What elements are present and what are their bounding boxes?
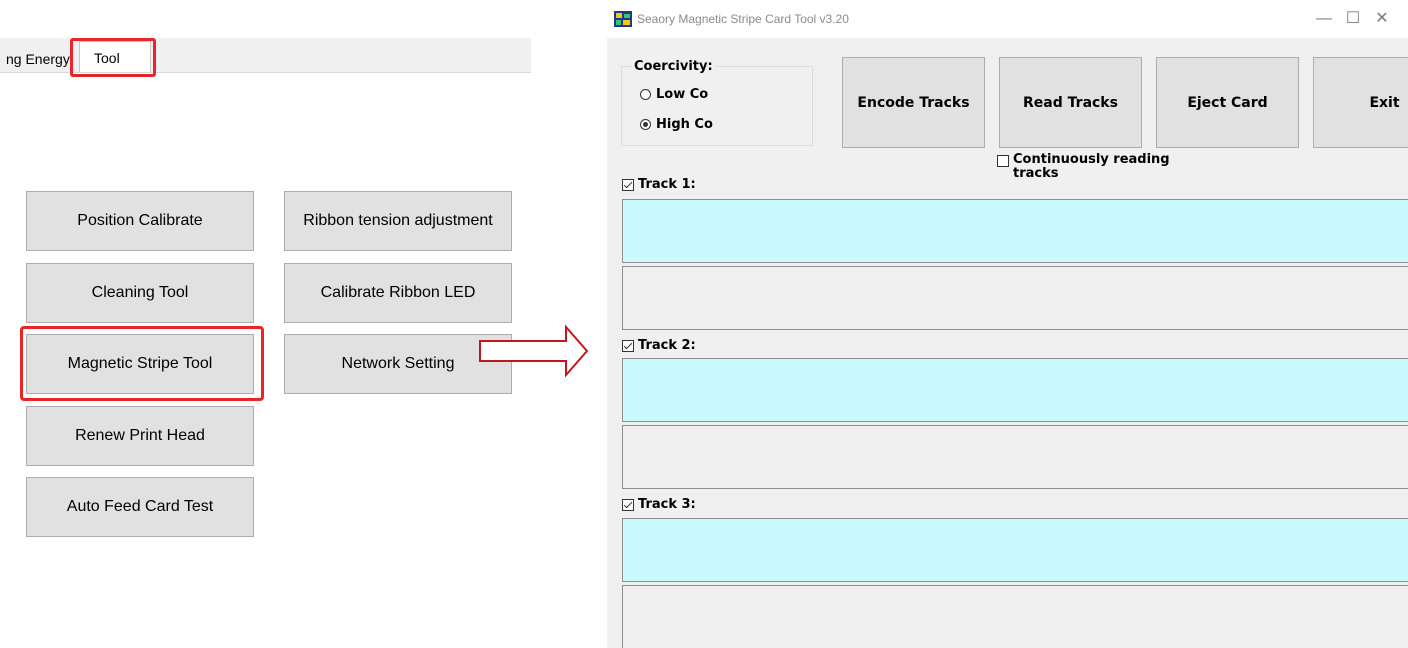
title-bar: Seaory Magnetic Stripe Card Tool v3.20 —… — [607, 0, 1408, 38]
read-tracks-button[interactable]: Read Tracks — [999, 57, 1142, 148]
track-2-check-icon — [622, 340, 634, 352]
renew-print-head-button[interactable]: Renew Print Head — [26, 406, 254, 466]
track-1-label: Track 1: — [638, 177, 696, 192]
tab-energy[interactable]: ng Energy — [6, 51, 70, 67]
track-2-data-field[interactable] — [622, 358, 1408, 422]
track-1-check-icon — [622, 179, 634, 191]
track-3-checkbox[interactable]: Track 3: — [622, 497, 696, 512]
track-3-data-field[interactable] — [622, 518, 1408, 582]
radio-low-co-icon — [640, 89, 651, 100]
eject-card-button[interactable]: Eject Card — [1156, 57, 1299, 148]
cleaning-tool-button[interactable]: Cleaning Tool — [26, 263, 254, 323]
track-1-data-field[interactable] — [622, 199, 1408, 263]
app-icon — [614, 11, 632, 27]
high-co-radio[interactable]: High Co — [640, 117, 713, 132]
track-3-result-field[interactable] — [622, 585, 1408, 648]
minimize-button[interactable]: — — [1311, 7, 1337, 31]
encode-tracks-button[interactable]: Encode Tracks — [842, 57, 985, 148]
position-calibrate-button[interactable]: Position Calibrate — [26, 191, 254, 251]
exit-button[interactable]: Exit — [1313, 57, 1408, 148]
coercivity-label: Coercivity: — [632, 59, 715, 74]
magnetic-stripe-window: Seaory Magnetic Stripe Card Tool v3.20 —… — [607, 0, 1408, 648]
continuous-checkbox-icon — [997, 155, 1009, 167]
tool-tab-highlight — [70, 38, 156, 77]
radio-high-co-icon — [640, 119, 651, 130]
track-1-checkbox[interactable]: Track 1: — [622, 177, 696, 192]
network-setting-button[interactable]: Network Setting — [284, 334, 512, 394]
continuous-reading-checkbox[interactable]: Continuously reading tracks — [997, 153, 1183, 181]
track-2-checkbox[interactable]: Track 2: — [622, 338, 696, 353]
track-3-label: Track 3: — [638, 497, 696, 512]
auto-feed-card-test-button[interactable]: Auto Feed Card Test — [26, 477, 254, 537]
magnetic-stripe-highlight — [20, 326, 264, 401]
right-arrow-icon — [479, 324, 589, 378]
low-co-label: Low Co — [656, 87, 709, 102]
close-button[interactable]: ✕ — [1369, 7, 1395, 31]
maximize-button[interactable]: ☐ — [1340, 7, 1366, 31]
low-co-radio[interactable]: Low Co — [640, 87, 708, 102]
track-2-result-field[interactable] — [622, 425, 1408, 489]
calibrate-ribbon-led-button[interactable]: Calibrate Ribbon LED — [284, 263, 512, 323]
high-co-label: High Co — [656, 117, 713, 132]
continuous-label: Continuously reading tracks — [1013, 152, 1170, 181]
window-title: Seaory Magnetic Stripe Card Tool v3.20 — [637, 12, 849, 26]
ribbon-tension-button[interactable]: Ribbon tension adjustment — [284, 191, 512, 251]
track-1-result-field[interactable] — [622, 266, 1408, 330]
coercivity-group — [621, 66, 813, 146]
track-2-label: Track 2: — [638, 338, 696, 353]
track-3-check-icon — [622, 499, 634, 511]
